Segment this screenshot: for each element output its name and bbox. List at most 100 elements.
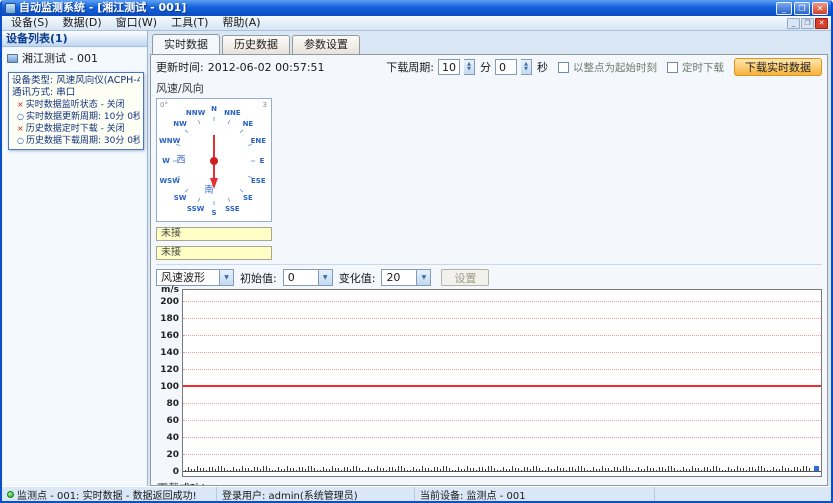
dropdown-arrow-icon[interactable] [416,270,430,285]
compass-label-ENE: ENE [251,137,266,145]
chart-y-tick-20: 20 [166,450,179,460]
waveform-select[interactable]: 风速波形 [156,269,234,286]
update-time-value: 2012-06-02 00:57:51 [208,61,325,74]
status-filler [655,487,831,501]
delta-value-select[interactable]: 20 [381,269,431,286]
download-status-text: 下载成功! [156,477,822,486]
compass-label-SSE: SSE [225,205,240,213]
compass-west-label: 西 [176,153,185,166]
realtime-tab-content: 更新时间: 2012-06-02 00:57:51 下载周期: 10 分 0 秒… [150,54,828,486]
timed-download-checkbox-label: 定时下载 [682,60,724,75]
compass-label-ESE: ESE [251,177,266,185]
wind-gauge-section: 风速/风向 0° 3 西 南 NNNENEENEEESESESSESSSWSWW… [156,79,822,260]
compass-label-WNW: WNW [159,137,180,145]
timed-download-checkbox[interactable] [667,62,678,73]
app-icon [5,3,16,14]
menu-item-5[interactable]: 帮助(A) [215,16,267,30]
chart-gridline-180 [183,318,821,319]
minutes-input[interactable]: 10 [438,59,460,75]
compass-south-label: 南 [204,183,213,196]
download-period-label: 下载周期: [386,59,434,75]
status-line-text: 历史数据定时下载 - 关闭 [26,124,125,134]
device-status-line-1: ×实时数据监听状态 - 关闭 [12,99,140,111]
chart-gridline-20 [183,454,821,455]
align-hour-checkbox[interactable] [558,62,569,73]
compass-label-NNW: NNW [186,109,205,117]
mdi-close-button[interactable] [815,18,828,29]
menu-bar: 设备(S)数据(D)窗口(W)工具(T)帮助(A) [2,16,831,31]
seconds-input[interactable]: 0 [495,59,517,75]
compass-label-NNE: NNE [224,109,241,117]
maximize-button[interactable] [794,2,810,15]
device-info-items: ×实时数据监听状态 - 关闭○实时数据更新周期: 10分 0秒×历史数据定时下载… [12,99,140,147]
wind-speed-chart: m/s 020406080100120140160180200 [156,289,822,477]
chart-plot [182,289,822,477]
close-button[interactable] [812,2,828,15]
device-tree-item-label: 湘江测试 - 001 [22,50,98,66]
seconds-spinner-icon[interactable] [521,59,532,75]
status-line-text: 实时数据监听状态 - 关闭 [26,100,125,110]
chart-y-tick-40: 40 [166,433,179,443]
waveform-select-value: 风速波形 [157,270,219,285]
status-message: 监测点 - 001: 实时数据 - 数据返回成功! [2,487,217,501]
apply-settings-button[interactable]: 设置 [441,269,489,286]
status-marker-icon: × [17,100,24,109]
menu-item-1[interactable]: 设备(S) [4,16,56,30]
mdi-restore-button[interactable] [801,18,814,29]
download-realtime-button[interactable]: 下载实时数据 [734,58,822,76]
dropdown-arrow-icon[interactable] [318,270,332,285]
minutes-spinner-icon[interactable] [464,59,475,75]
chart-gridline-0 [183,471,821,472]
menu-item-2[interactable]: 数据(D) [56,16,109,30]
compass-corner-label-right: 3 [263,101,267,109]
menu-item-3[interactable]: 窗口(W) [109,16,164,30]
align-hour-checkbox-label: 以整点为起始时刻 [573,60,657,75]
wind-direction-value: 未接 [156,246,272,260]
chart-y-tick-180: 180 [160,314,179,324]
menu-item-4[interactable]: 工具(T) [164,16,215,30]
chart-y-tick-80: 80 [166,399,179,409]
mdi-window-controls [787,18,829,29]
status-device: 当前设备: 监测点 - 001 [415,487,655,501]
wind-group-label: 风速/风向 [156,80,822,96]
tab-1[interactable]: 实时数据 [152,34,220,54]
wind-speed-value: 未接 [156,227,272,241]
mdi-minimize-button[interactable] [787,18,800,29]
compass-label-N: N [211,105,217,113]
main-panel: 实时数据历史数据参数设置 更新时间: 2012-06-02 00:57:51 下… [148,31,831,486]
status-bar: 监测点 - 001: 实时数据 - 数据返回成功! 登录用户: admin(系统… [2,486,831,501]
app-window: 自动监测系统 - [湘江测试 - 001] 设备(S)数据(D)窗口(W)工具(… [0,0,833,503]
chart-y-tick-60: 60 [166,416,179,426]
chart-gridline-160 [183,335,821,336]
compass-label-E: E [260,157,265,165]
chart-y-tick-160: 160 [160,331,179,341]
window-controls [776,2,828,15]
device-tree: 湘江测试 - 001 设备类型: 风速风向仪(ACPH-4) 通讯方式: 串口 … [3,48,146,485]
chart-gridline-60 [183,420,821,421]
chart-y-axis: m/s 020406080100120140160180200 [156,289,182,477]
tab-2[interactable]: 历史数据 [222,35,290,54]
chart-y-tick-0: 0 [173,467,179,477]
device-tree-item[interactable]: 湘江测试 - 001 [3,48,146,68]
device-status-line-3: ×历史数据定时下载 - 关闭 [12,123,140,135]
compass-label-W: W [162,157,170,165]
realtime-toolbar: 更新时间: 2012-06-02 00:57:51 下载周期: 10 分 0 秒… [156,57,822,77]
chart-y-tick-200: 200 [160,297,179,307]
compass-label-NW: NW [173,120,187,128]
device-list-panel: 设备列表(1) 湘江测试 - 001 设备类型: 风速风向仪(ACPH-4) 通… [2,31,148,486]
chart-y-tick-100: 100 [160,382,179,392]
initial-value-select-value: 0 [284,270,318,285]
minutes-unit-label: 分 [480,59,491,75]
chart-gridline-40 [183,437,821,438]
device-status-line-2: ○实时数据更新周期: 10分 0秒 [12,111,140,123]
device-list-header: 设备列表(1) [2,31,147,47]
device-status-line-4: ○历史数据下载周期: 30分 0秒 [12,135,140,147]
minimize-button[interactable] [776,2,792,15]
dropdown-arrow-icon[interactable] [219,270,233,285]
status-user: 登录用户: admin(系统管理员) [217,487,415,501]
chart-reference-line [183,385,821,387]
tab-3[interactable]: 参数设置 [292,35,360,54]
initial-value-select[interactable]: 0 [283,269,333,286]
tab-bar: 实时数据历史数据参数设置 [150,33,828,54]
status-ok-icon [7,491,14,498]
